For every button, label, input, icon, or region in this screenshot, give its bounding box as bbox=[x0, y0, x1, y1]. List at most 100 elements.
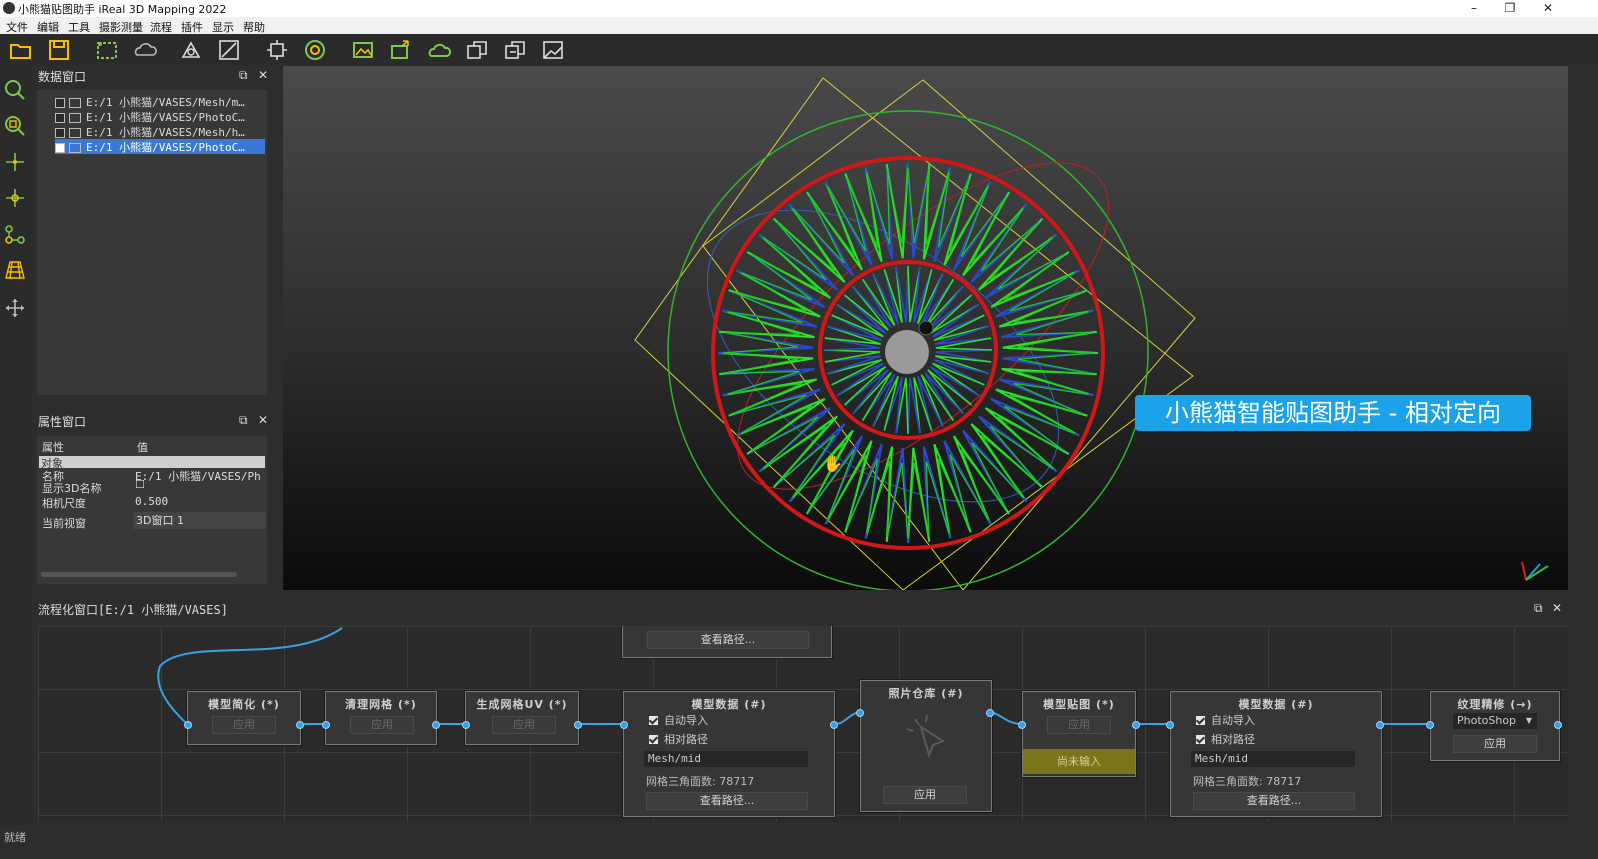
texture-b-icon[interactable] bbox=[502, 38, 528, 62]
relative-path-checkbox[interactable]: 相对路径 bbox=[1196, 731, 1255, 747]
photo-align-icon[interactable] bbox=[350, 38, 376, 62]
connect-points-icon[interactable] bbox=[3, 222, 27, 246]
view-path-button[interactable]: 查看路径... bbox=[646, 792, 808, 810]
3d-viewport[interactable]: ✋ bbox=[283, 66, 1568, 590]
pan-icon[interactable] bbox=[3, 296, 27, 320]
flow-canvas[interactable]: 查看路径... 模型简化 (*) 应用 清理网格 (*) 应用 生成网格UV (… bbox=[38, 626, 1568, 822]
cloud-icon[interactable] bbox=[426, 38, 452, 62]
input-port[interactable] bbox=[322, 721, 330, 729]
auto-import-checkbox[interactable]: 自动导入 bbox=[649, 712, 708, 728]
save-icon[interactable] bbox=[46, 38, 72, 62]
auto-import-checkbox[interactable]: 自动导入 bbox=[1196, 712, 1255, 728]
menu-edit[interactable]: 编辑 bbox=[37, 19, 59, 35]
model-data-node-top[interactable]: 查看路径... bbox=[622, 626, 832, 658]
apply-button[interactable]: 应用 bbox=[1047, 716, 1111, 734]
tree-item-selected[interactable]: E:/1 小熊猫/VASES/PhotoC… bbox=[55, 139, 265, 154]
measure-icon[interactable] bbox=[178, 38, 204, 62]
tree-item-checkbox[interactable] bbox=[55, 98, 65, 108]
output-port[interactable] bbox=[1376, 721, 1384, 729]
select-region-icon[interactable] bbox=[94, 38, 120, 62]
output-port[interactable] bbox=[1132, 721, 1140, 729]
flow-window-title: 流程化窗口[E:/1 小熊猫/VASES] bbox=[38, 603, 228, 617]
model-data-node[interactable]: 模型数据 (#) 自动导入 相对路径 Mesh/mid 网格三角面数: 7871… bbox=[1170, 691, 1382, 817]
tree-item[interactable]: E:/1 小熊猫/VASES/PhotoC… bbox=[55, 109, 265, 124]
flow-float-button[interactable]: ⧉ bbox=[1534, 601, 1543, 616]
edit-mesh-icon[interactable] bbox=[216, 38, 242, 62]
minimize-button[interactable]: – bbox=[1456, 0, 1492, 17]
move-point-icon[interactable] bbox=[3, 186, 27, 210]
menu-tools[interactable]: 工具 bbox=[68, 19, 90, 35]
texture-refine-node[interactable]: 纹理精修 (→) PhotoShop ▼ 应用 bbox=[1430, 691, 1560, 761]
input-port[interactable] bbox=[1166, 721, 1174, 729]
tree-item-checkbox[interactable] bbox=[55, 128, 65, 138]
prop-panel-close-button[interactable]: ✕ bbox=[258, 413, 268, 427]
zoom-fit-icon[interactable] bbox=[3, 114, 27, 138]
open-folder-icon[interactable] bbox=[8, 38, 34, 62]
editor-select[interactable]: PhotoShop ▼ bbox=[1453, 713, 1537, 729]
input-port[interactable] bbox=[620, 721, 628, 729]
tree-item[interactable]: E:/1 小熊猫/VASES/Mesh/m… bbox=[55, 94, 265, 109]
output-port[interactable] bbox=[1554, 721, 1562, 729]
input-port[interactable] bbox=[462, 721, 470, 729]
output-port[interactable] bbox=[296, 721, 304, 729]
input-port[interactable] bbox=[856, 709, 864, 717]
target-icon[interactable] bbox=[302, 38, 328, 62]
data-panel-title: 数据窗口 bbox=[38, 70, 87, 84]
mesh-path-field[interactable]: Mesh/mid bbox=[644, 751, 808, 767]
tree-item-checkbox[interactable] bbox=[55, 143, 65, 153]
input-port[interactable] bbox=[1426, 721, 1434, 729]
prop-value-viewport[interactable]: 3D窗口 1 bbox=[133, 512, 266, 529]
output-port[interactable] bbox=[830, 721, 838, 729]
prop-value-checkbox[interactable]: ☐ bbox=[135, 478, 145, 491]
view-icon[interactable] bbox=[540, 38, 566, 62]
flow-close-button[interactable]: ✕ bbox=[1552, 601, 1562, 615]
generate-uv-node[interactable]: 生成网格UV (*) 应用 bbox=[465, 691, 579, 745]
horizontal-scrollbar[interactable] bbox=[41, 572, 237, 577]
apply-button[interactable]: 应用 bbox=[212, 716, 276, 734]
add-point-icon[interactable] bbox=[3, 150, 27, 174]
prop-panel-float-button[interactable]: ⧉ bbox=[239, 413, 248, 428]
output-port[interactable] bbox=[432, 721, 440, 729]
clean-mesh-node[interactable]: 清理网格 (*) 应用 bbox=[325, 691, 437, 745]
vase-model bbox=[885, 330, 929, 374]
camera-export-icon[interactable] bbox=[388, 38, 414, 62]
output-port[interactable] bbox=[574, 721, 582, 729]
restore-button[interactable]: ❐ bbox=[1492, 0, 1528, 17]
node-title: 模型数据 (#) bbox=[691, 698, 767, 711]
zoom-icon[interactable] bbox=[3, 78, 27, 102]
sdr-cloud-icon[interactable] bbox=[132, 38, 158, 62]
data-panel-close-button[interactable]: ✕ bbox=[258, 68, 268, 82]
relative-path-checkbox[interactable]: 相对路径 bbox=[649, 731, 708, 747]
bbox-icon[interactable] bbox=[264, 38, 290, 62]
prop-value-camera-scale[interactable]: 0.500 bbox=[135, 495, 168, 508]
menu-display[interactable]: 显示 bbox=[212, 19, 234, 35]
menu-file[interactable]: 文件 bbox=[6, 19, 28, 35]
close-window-button[interactable]: ✕ bbox=[1530, 0, 1566, 17]
prop-value-name[interactable]: E:/1 小熊猫/VASES/Ph bbox=[135, 468, 265, 484]
input-port[interactable] bbox=[1018, 721, 1026, 729]
mesh-path-field[interactable]: Mesh/mid bbox=[1191, 751, 1355, 767]
camera-frustum-line bbox=[935, 349, 993, 363]
menu-workflow[interactable]: 流程 bbox=[150, 19, 172, 35]
menu-photogrammetry[interactable]: 摄影测量 bbox=[99, 19, 143, 35]
checkbox-icon bbox=[1196, 716, 1205, 725]
apply-button[interactable]: 应用 bbox=[883, 786, 967, 804]
tree-item-checkbox[interactable] bbox=[55, 113, 65, 123]
input-port[interactable] bbox=[184, 721, 192, 729]
apply-button[interactable]: 应用 bbox=[1453, 735, 1537, 753]
simplify-node[interactable]: 模型简化 (*) 应用 bbox=[187, 691, 301, 745]
tree-item[interactable]: E:/1 小熊猫/VASES/Mesh/h… bbox=[55, 124, 265, 139]
output-port[interactable] bbox=[986, 709, 994, 717]
view-path-button[interactable]: 查看路径... bbox=[1193, 792, 1355, 810]
photo-repository-node[interactable]: 照片仓库 (#) 应用 bbox=[860, 680, 992, 812]
grid-mesh-icon[interactable] bbox=[3, 258, 27, 282]
data-panel-float-button[interactable]: ⧉ bbox=[239, 68, 248, 83]
apply-button[interactable]: 应用 bbox=[492, 716, 556, 734]
texture-a-icon[interactable] bbox=[464, 38, 490, 62]
view-path-button[interactable]: 查看路径... bbox=[647, 631, 809, 649]
menu-plugins[interactable]: 插件 bbox=[181, 19, 203, 35]
model-data-node[interactable]: 模型数据 (#) 自动导入 相对路径 Mesh/mid 网格三角面数: 7871… bbox=[623, 691, 835, 817]
menu-help[interactable]: 帮助 bbox=[243, 19, 265, 35]
texture-mapping-node[interactable]: 模型贴图 (*) 应用 尚未输入 bbox=[1022, 691, 1136, 777]
apply-button[interactable]: 应用 bbox=[350, 716, 414, 734]
